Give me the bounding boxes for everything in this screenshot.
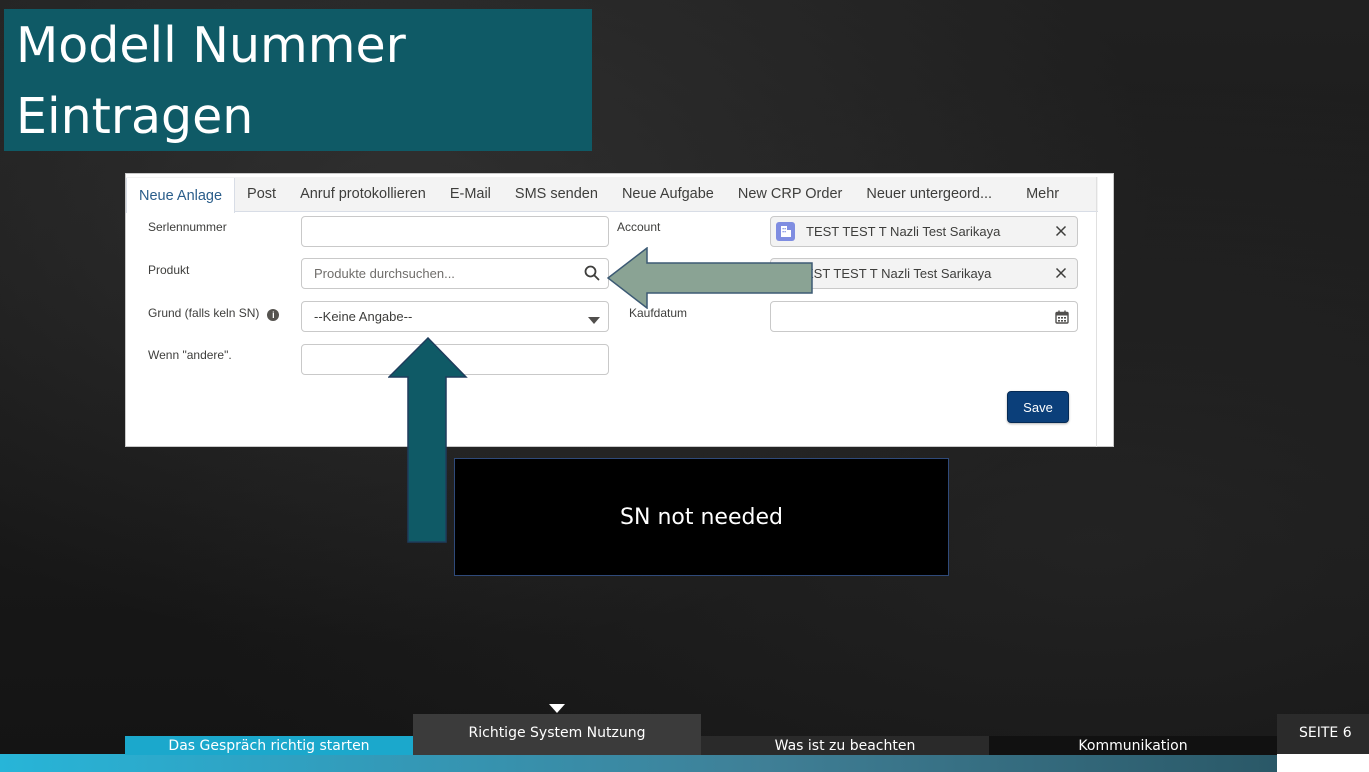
- account-pill-secondary[interactable]: EST TEST T Nazli Test Sarikaya: [770, 258, 1078, 289]
- product-label: Produkt: [148, 263, 190, 277]
- nav-item-gespraech[interactable]: Das Gespräch richtig starten: [125, 736, 413, 755]
- title-line-1: Modell Nummer: [16, 17, 406, 74]
- product-search-placeholder: Produkte durchsuchen...: [314, 266, 455, 281]
- save-button[interactable]: Save: [1007, 391, 1069, 423]
- tab-mehr[interactable]: Mehr: [1014, 177, 1071, 211]
- account-pill[interactable]: TEST TEST T Nazli Test Sarikaya: [770, 216, 1078, 247]
- record-form-panel: Neue Anlage Post Anruf protokollieren E-…: [125, 173, 1114, 447]
- nav-progress-strip: [0, 754, 1277, 772]
- calendar-icon[interactable]: [1055, 310, 1069, 327]
- page-number-label: SEITE 6: [1299, 725, 1352, 741]
- current-section-caret-icon: [549, 704, 565, 713]
- nav-item-kommunikation[interactable]: Kommunikation: [989, 736, 1277, 755]
- other-label: Wenn "andere".: [148, 348, 232, 362]
- serial-number-input[interactable]: [301, 216, 609, 247]
- info-icon[interactable]: i: [267, 309, 280, 321]
- tab-sms-senden[interactable]: SMS senden: [503, 177, 610, 211]
- search-icon[interactable]: [584, 265, 600, 284]
- nav-item-system-nutzung[interactable]: Richtige System Nutzung: [413, 714, 701, 755]
- tab-post[interactable]: Post: [235, 177, 288, 211]
- page-number-footer: [1277, 754, 1369, 772]
- dropdown-arrow-icon: [588, 313, 600, 328]
- tab-neue-aufgabe[interactable]: Neue Aufgabe: [610, 177, 726, 211]
- reason-label-text: Grund (falls keln SN): [148, 306, 260, 320]
- tab-neue-anlage[interactable]: Neue Anlage: [126, 178, 236, 213]
- tab-email[interactable]: E-Mail: [438, 177, 503, 211]
- nav-item-beachten-label: Was ist zu beachten: [774, 737, 916, 754]
- reason-select-value: --Keine Angabe--: [314, 309, 413, 324]
- callout-text: SN not needed: [620, 504, 783, 530]
- slide-title: Modell Nummer Eintragen: [4, 9, 592, 151]
- account-label: Account: [617, 220, 661, 234]
- nav-item-gespraech-label: Das Gespräch richtig starten: [168, 737, 370, 754]
- product-search-input[interactable]: Produkte durchsuchen...: [301, 258, 609, 289]
- reason-label: Grund (falls keln SN) i: [148, 306, 280, 321]
- serial-number-label: Serlennummer: [148, 220, 227, 234]
- panel-divider: [1096, 177, 1097, 447]
- action-tabs: Neue Anlage Post Anruf protokollieren E-…: [126, 177, 1098, 213]
- nav-item-system-nutzung-label: Richtige System Nutzung: [468, 725, 646, 741]
- close-icon[interactable]: [1053, 223, 1069, 242]
- left-arrow-annotation: [607, 247, 813, 309]
- purchase-date-input[interactable]: [770, 301, 1078, 332]
- nav-item-kommunikation-label: Kommunikation: [1078, 737, 1188, 754]
- account-value: TEST TEST T Nazli Test Sarikaya: [806, 224, 1001, 239]
- callout-box: SN not needed: [454, 458, 949, 576]
- close-icon[interactable]: [1053, 265, 1069, 284]
- account-icon: [776, 222, 795, 241]
- reason-select[interactable]: --Keine Angabe--: [301, 301, 609, 332]
- tab-neuer-untergeordneter[interactable]: Neuer untergeord...: [854, 177, 1014, 211]
- tab-anruf-protokollieren[interactable]: Anruf protokollieren: [288, 177, 438, 211]
- account-secondary-value: EST TEST T Nazli Test Sarikaya: [805, 266, 992, 281]
- title-line-2: Eintragen: [16, 88, 254, 145]
- tab-new-crp-order[interactable]: New CRP Order: [726, 177, 854, 211]
- nav-item-beachten[interactable]: Was ist zu beachten: [701, 736, 989, 755]
